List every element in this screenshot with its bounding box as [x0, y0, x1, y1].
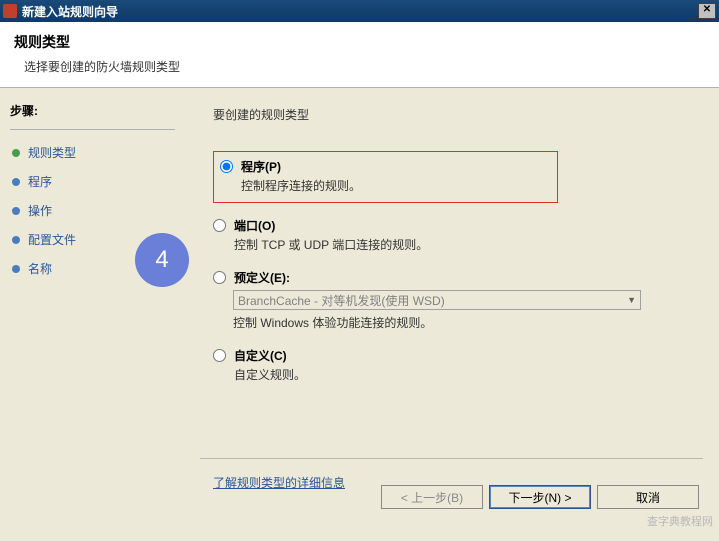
titlebar-text: 新建入站规则向导 [22, 3, 698, 20]
titlebar: 新建入站规则向导 ✕ [0, 0, 719, 22]
option-predefined: 预定义(E): BranchCache - 对等机发现(使用 WSD) ▼ 控制… [213, 269, 691, 331]
page-title: 规则类型 [14, 32, 705, 52]
footer-divider [200, 458, 703, 459]
radio-port[interactable] [213, 219, 226, 232]
step-label: 规则类型 [28, 144, 76, 161]
option-desc: 自定义规则。 [234, 366, 691, 383]
back-button: < 上一步(B) [381, 485, 483, 509]
radio-predefined[interactable] [213, 271, 226, 284]
option-title: 程序(P) [241, 158, 551, 175]
wizard-footer: < 上一步(B) 下一步(N) > 取消 [381, 485, 699, 509]
step-label: 配置文件 [28, 231, 76, 248]
chevron-down-icon: ▼ [627, 295, 636, 305]
radio-custom[interactable] [213, 349, 226, 362]
wizard-body: 步骤: 规则类型 程序 操作 配置文件 名称 要创建的规则类型 [0, 88, 719, 541]
step-action[interactable]: 操作 [10, 198, 175, 223]
wizard-content: 要创建的规则类型 程序(P) 控制程序连接的规则。 端口(O) 控制 TCP 或… [185, 88, 719, 541]
step-label: 操作 [28, 202, 52, 219]
option-title: 端口(O) [234, 217, 691, 234]
step-bullet-icon [12, 236, 20, 244]
wizard-header: 规则类型 选择要创建的防火墙规则类型 [0, 22, 719, 88]
learn-more-link[interactable]: 了解规则类型的详细信息 [213, 474, 345, 491]
option-desc: 控制 Windows 体验功能连接的规则。 [233, 314, 691, 331]
step-bullet-icon [12, 178, 20, 186]
option-desc: 控制程序连接的规则。 [241, 177, 551, 194]
option-custom: 自定义(C) 自定义规则。 [213, 347, 691, 383]
step-label: 程序 [28, 173, 52, 190]
steps-heading: 步骤: [10, 102, 175, 119]
step-program[interactable]: 程序 [10, 169, 175, 194]
steps-sidebar: 步骤: 规则类型 程序 操作 配置文件 名称 [0, 88, 185, 541]
step-bullet-icon [12, 265, 20, 273]
select-value: BranchCache - 对等机发现(使用 WSD) [238, 292, 445, 309]
step-bullet-icon [12, 149, 20, 157]
watermark-text: 查字典教程网 [647, 513, 713, 529]
option-title: 自定义(C) [234, 347, 691, 364]
option-program-highlight: 程序(P) 控制程序连接的规则。 [213, 151, 558, 203]
step-number-badge: 4 [135, 233, 189, 287]
cancel-button[interactable]: 取消 [597, 485, 699, 509]
step-rule-type[interactable]: 规则类型 [10, 140, 175, 165]
close-button[interactable]: ✕ [698, 3, 716, 19]
option-port: 端口(O) 控制 TCP 或 UDP 端口连接的规则。 [213, 217, 691, 253]
radio-program[interactable] [220, 160, 233, 173]
sidebar-divider [10, 129, 175, 130]
step-label: 名称 [28, 260, 52, 277]
option-title: 预定义(E): [234, 269, 691, 286]
next-button[interactable]: 下一步(N) > [489, 485, 591, 509]
page-subtitle: 选择要创建的防火墙规则类型 [24, 58, 705, 75]
step-bullet-icon [12, 207, 20, 215]
option-desc: 控制 TCP 或 UDP 端口连接的规则。 [234, 236, 691, 253]
predefined-select: BranchCache - 对等机发现(使用 WSD) ▼ [233, 290, 641, 310]
app-icon [3, 4, 17, 18]
content-heading: 要创建的规则类型 [213, 106, 691, 123]
